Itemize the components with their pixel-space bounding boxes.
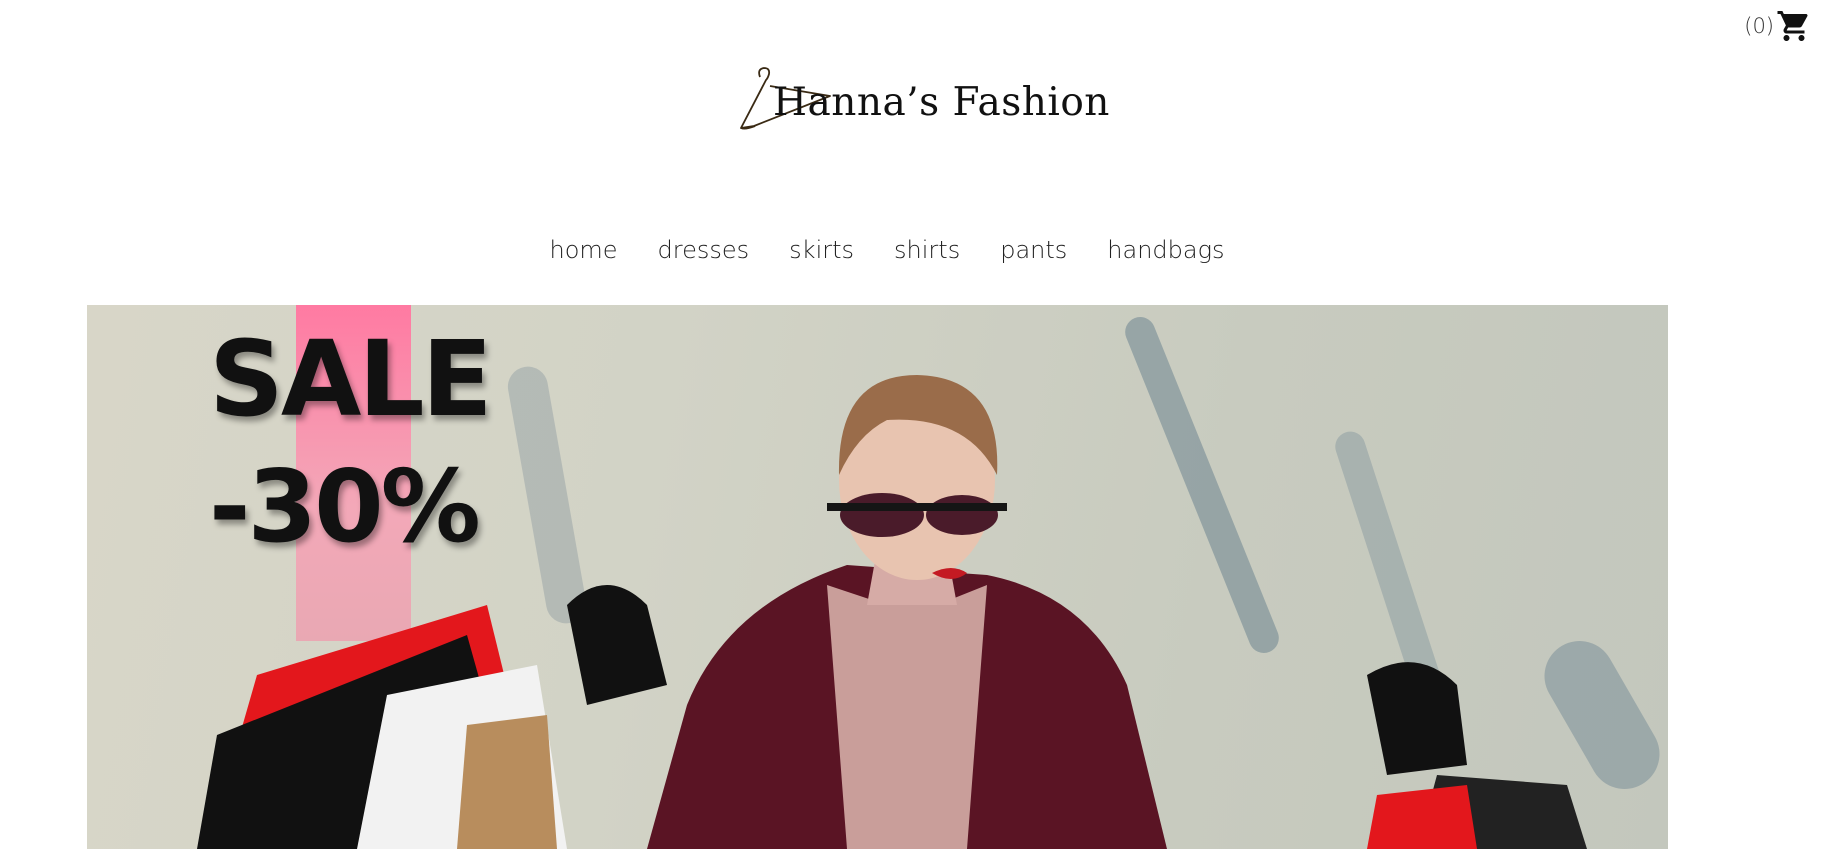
nav-item-shirts[interactable]: shirts: [894, 236, 960, 264]
nav-item-skirts[interactable]: skirts: [789, 236, 854, 264]
brand-logo[interactable]: Hanna’s Fashion: [740, 66, 1109, 146]
brand-name: Hanna’s Fashion: [773, 80, 1110, 125]
nav-item-handbags[interactable]: handbags: [1107, 236, 1224, 264]
nav-item-pants[interactable]: pants: [1000, 236, 1067, 264]
nav-item-home[interactable]: home: [550, 236, 618, 264]
model-photo: [197, 375, 1587, 849]
main-nav: home dresses skirts shirts pants handbag…: [0, 236, 1774, 264]
hero-banner[interactable]: SALE -30%: [87, 305, 1668, 849]
cart-button[interactable]: (0): [1744, 8, 1812, 44]
cart-count: (0): [1744, 14, 1774, 38]
shopping-cart-icon: [1776, 8, 1812, 44]
nav-item-dresses[interactable]: dresses: [658, 236, 750, 264]
